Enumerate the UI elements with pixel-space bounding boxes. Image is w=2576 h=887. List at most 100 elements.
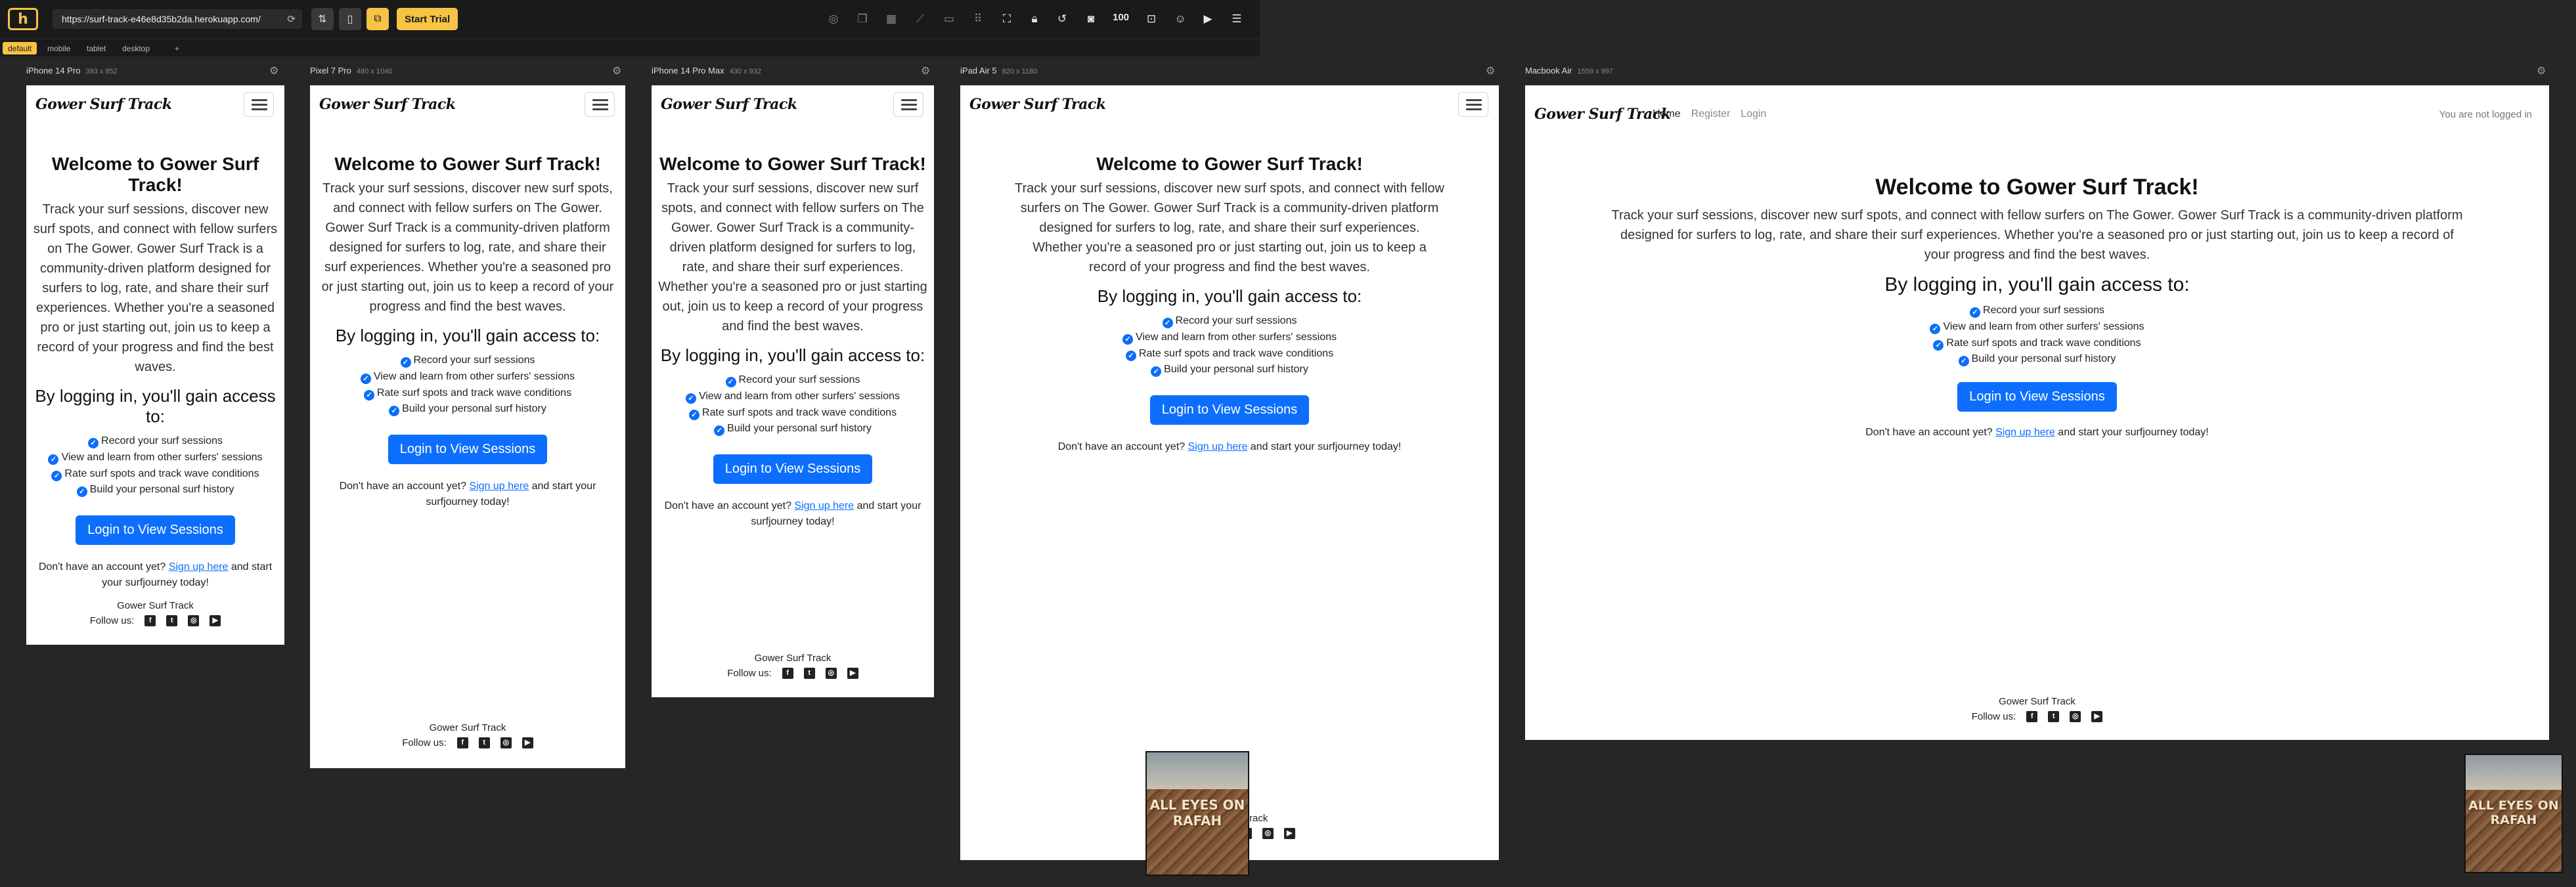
instagram-icon[interactable]: ◎: [1262, 828, 1274, 839]
intro-text: Track your surf sessions, discover new s…: [321, 181, 614, 314]
nav-home[interactable]: Home: [1653, 108, 1681, 120]
device-settings-icon[interactable]: ⚙: [921, 64, 930, 77]
zoom-level[interactable]: 100: [1113, 12, 1129, 23]
camera-icon[interactable]: ◙: [1082, 11, 1099, 28]
twitter-icon[interactable]: t: [478, 737, 490, 748]
play-icon[interactable]: ▶: [1199, 11, 1216, 28]
footer-brand: Gower Surf Track: [429, 722, 506, 733]
layers-icon[interactable]: ❐: [854, 11, 871, 28]
instagram-icon[interactable]: ◎: [825, 668, 837, 679]
twitter-icon[interactable]: t: [803, 668, 815, 679]
url-bar[interactable]: https://surf-track-e46e8d35b2da.herokuap…: [53, 9, 302, 29]
device-label: Macbook Air 1559 x 997: [1525, 66, 1613, 76]
device-screen-macbookair: Gower Surf Track Home Register Login You…: [1525, 85, 2549, 740]
outline-icon[interactable]: ▭: [941, 11, 958, 28]
facebook-icon[interactable]: f: [456, 737, 468, 748]
youtube-icon[interactable]: ▶: [2091, 711, 2103, 722]
menu-icon[interactable]: ☰: [1228, 11, 1245, 28]
navbar: Gower Surf Track: [960, 85, 1499, 123]
devtools-icon[interactable]: ⊡: [1143, 11, 1160, 28]
hamburger-menu-icon[interactable]: [585, 92, 615, 117]
facebook-icon[interactable]: f: [2026, 711, 2038, 722]
nav-register[interactable]: Register: [1691, 108, 1731, 120]
youtube-icon[interactable]: ▶: [210, 615, 221, 626]
signup-link[interactable]: Sign up here: [169, 561, 229, 573]
feature-item: ✓ View and learn from other surfers' sess…: [33, 450, 278, 466]
feature-item: ✓ Rate surf spots and track wave conditio…: [1013, 346, 1446, 362]
footer: Gower Surf Track Follow us: ft ◎ ▶: [310, 722, 625, 748]
tab-default[interactable]: default: [3, 42, 37, 54]
login-button[interactable]: Login to View Sessions: [76, 515, 235, 546]
device-settings-icon[interactable]: ⚙: [2537, 64, 2546, 77]
grid-icon[interactable]: ▦: [883, 11, 900, 28]
rotate-icon[interactable]: ↺: [1054, 11, 1071, 28]
ruler-icon[interactable]: ⟋: [912, 11, 929, 28]
add-tab-button[interactable]: +: [169, 42, 185, 54]
signup-link[interactable]: Sign up here: [794, 500, 854, 511]
hamburger-menu-icon[interactable]: [1458, 92, 1488, 117]
brand-logo[interactable]: Gower Surf Track: [1534, 106, 1671, 123]
youtube-icon[interactable]: ▶: [1283, 828, 1295, 839]
instagram-icon[interactable]: ◎: [500, 737, 512, 748]
tab-tablet[interactable]: tablet: [81, 42, 111, 54]
mobile-view-icon[interactable]: ▯: [339, 8, 361, 30]
footer-brand: Gower Surf Track: [117, 600, 194, 611]
check-icon: ✓: [400, 357, 411, 368]
hamburger-menu-icon[interactable]: [893, 92, 923, 117]
twitter-icon[interactable]: t: [166, 615, 178, 626]
feature-item: ✓ Rate surf spots and track wave conditio…: [658, 405, 927, 422]
main-content: Welcome to Gower Surf Track! Track your …: [318, 154, 617, 510]
device-settings-icon[interactable]: ⚙: [269, 64, 278, 77]
instagram-icon[interactable]: ◎: [188, 615, 200, 626]
login-button[interactable]: Login to View Sessions: [713, 454, 873, 485]
follow-label: Follow us:: [1971, 711, 2016, 722]
device-settings-icon[interactable]: ⚙: [1486, 64, 1495, 77]
app-logo-icon[interactable]: h: [8, 8, 38, 30]
reload-icon[interactable]: ⟳: [287, 13, 296, 25]
signup-link[interactable]: Sign up here: [1188, 441, 1248, 452]
login-button[interactable]: Login to View Sessions: [1149, 395, 1310, 425]
main-content: Welcome to Gower Surf Track! Track your …: [658, 154, 927, 530]
twitter-icon[interactable]: t: [2048, 711, 2060, 722]
facebook-icon[interactable]: f: [782, 668, 793, 679]
login-button[interactable]: Login to View Sessions: [1957, 382, 2117, 412]
check-icon: ✓: [389, 406, 400, 417]
page-title: Welcome to Gower Surf Track!: [334, 154, 601, 174]
floating-image-thumbnail[interactable]: ALL EYES ON RAFAH: [2464, 754, 2563, 873]
check-icon: ✓: [1970, 307, 1981, 318]
tab-mobile[interactable]: mobile: [42, 42, 76, 54]
brand-logo[interactable]: Gower Surf Track: [661, 96, 797, 113]
features-list: ✓ Record your surf sessions ✓ View and lea…: [1610, 303, 2464, 368]
url-text: https://surf-track-e46e8d35b2da.herokuap…: [62, 14, 261, 24]
discord-icon[interactable]: ☺: [1172, 11, 1189, 28]
lock-icon[interactable]: 🔒︎: [1026, 11, 1043, 28]
access-heading: By logging in, you'll gain access to:: [1097, 286, 1362, 306]
tab-desktop[interactable]: desktop: [117, 42, 155, 54]
brand-logo[interactable]: Gower Surf Track: [35, 96, 172, 113]
device-settings-icon[interactable]: ⚙: [612, 64, 621, 77]
brand-logo[interactable]: Gower Surf Track: [319, 96, 456, 113]
link-icon[interactable]: ⇅: [311, 8, 334, 30]
youtube-icon[interactable]: ▶: [522, 737, 533, 748]
navbar: Gower Surf Track: [26, 85, 284, 123]
navbar: Gower Surf Track Home Register Login You…: [1525, 85, 2549, 143]
floating-image-thumbnail[interactable]: ALL EYES ON RAFAH: [1145, 751, 1249, 876]
features-list: ✓ Record your surf sessions ✓ View and lea…: [658, 372, 927, 437]
signup-link[interactable]: Sign up here: [1995, 427, 2055, 438]
facebook-icon[interactable]: f: [144, 615, 156, 626]
responsive-view-icon[interactable]: ⧉: [366, 8, 389, 30]
features-list: ✓ Record your surf sessions ✓ View and lea…: [1013, 313, 1446, 378]
youtube-icon[interactable]: ▶: [847, 668, 858, 679]
instagram-icon[interactable]: ◎: [2070, 711, 2081, 722]
dots-grid-icon[interactable]: ⠿: [969, 11, 987, 28]
fullscreen-icon[interactable]: ⛶: [998, 11, 1015, 28]
brand-logo[interactable]: Gower Surf Track: [969, 96, 1106, 113]
access-heading: By logging in, you'll gain access to:: [660, 345, 925, 365]
login-button[interactable]: Login to View Sessions: [388, 435, 548, 465]
nav-login[interactable]: Login: [1741, 108, 1766, 120]
intro-text: Track your surf sessions, discover new s…: [33, 202, 278, 374]
hamburger-menu-icon[interactable]: [244, 92, 274, 117]
signup-link[interactable]: Sign up here: [469, 481, 529, 492]
start-trial-button[interactable]: Start Trial: [397, 8, 458, 30]
inspect-icon[interactable]: ◎: [825, 11, 842, 28]
